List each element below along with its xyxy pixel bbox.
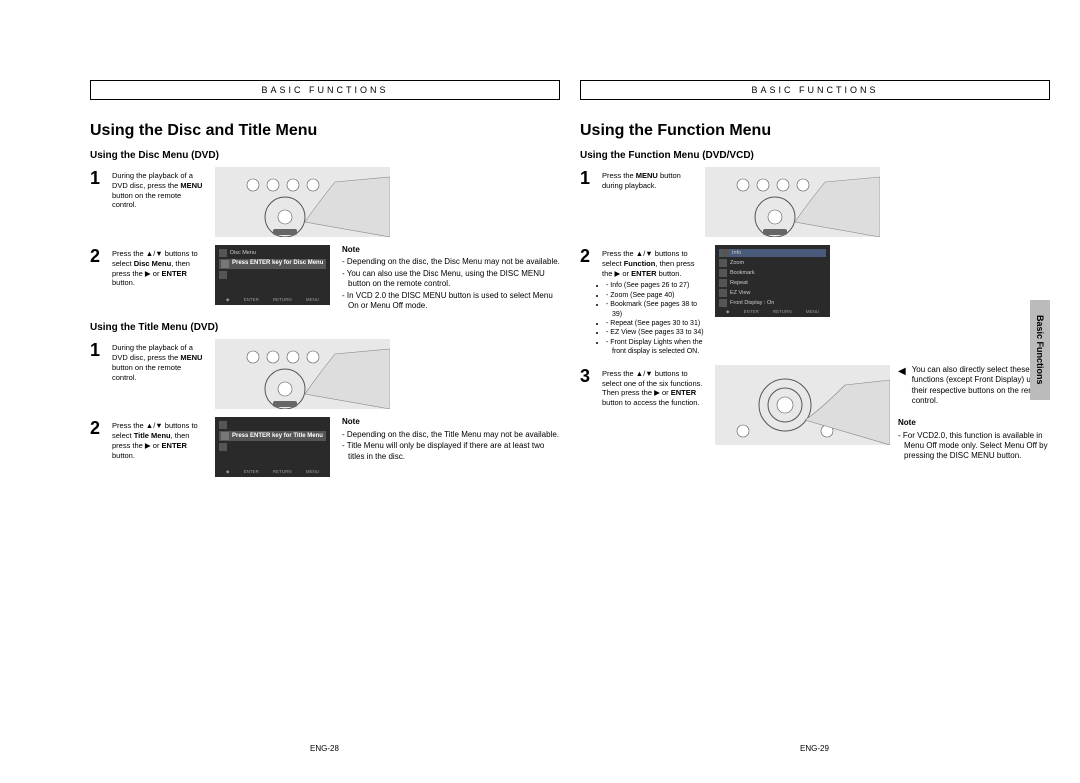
note-block: Note Depending on the disc, the Title Me… bbox=[342, 417, 560, 477]
step-text: Press the ▲/▼ buttons to select Disc Men… bbox=[112, 245, 207, 312]
subtitle-function-menu: Using the Function Menu (DVD/VCD) bbox=[580, 150, 1050, 161]
step-text: Press the MENU button during playback. bbox=[602, 167, 697, 237]
header-box: BASIC FUNCTIONS bbox=[580, 80, 1050, 100]
page-number-left: ENG-28 bbox=[310, 744, 339, 753]
remote-illustration bbox=[705, 167, 880, 237]
func-step-2: 2 Press the ▲/▼ buttons to select Functi… bbox=[580, 245, 1050, 357]
step-number: 1 bbox=[90, 167, 104, 237]
step-number: 2 bbox=[580, 245, 594, 265]
osd-screenshot: Disc Menu Press ENTER key for Disc Menu … bbox=[215, 245, 330, 305]
page-left: BASIC FUNCTIONS Using the Disc and Title… bbox=[90, 80, 560, 485]
title-step-2: 2 Press the ▲/▼ buttons to select Title … bbox=[90, 417, 560, 477]
remote-illustration bbox=[215, 339, 390, 409]
disc-step-2: 2 Press the ▲/▼ buttons to select Disc M… bbox=[90, 245, 560, 312]
step-number: 1 bbox=[90, 339, 104, 409]
title-disc-title-menu: Using the Disc and Title Menu bbox=[90, 122, 560, 140]
step-text: Press the ▲/▼ buttons to select Title Me… bbox=[112, 417, 207, 477]
side-tab-label: Basic Functions bbox=[1035, 315, 1045, 385]
title-step-1: 1 During the playback of a DVD disc, pre… bbox=[90, 339, 560, 409]
osd-screenshot: Press ENTER key for Title Menu ◆ENTERRET… bbox=[215, 417, 330, 477]
func-step-1: 1 Press the MENU button during playback. bbox=[580, 167, 1050, 237]
step-text: During the playback of a DVD disc, press… bbox=[112, 339, 207, 409]
step-number: 2 bbox=[90, 417, 104, 477]
side-tab: Basic Functions bbox=[1030, 300, 1050, 400]
callout: ◀ You can also directly select these fun… bbox=[898, 365, 1050, 407]
func-step-3: 3 Press the ▲/▼ buttons to select one of… bbox=[580, 365, 1050, 463]
step-number: 1 bbox=[580, 167, 594, 237]
page-right: BASIC FUNCTIONS Using the Function Menu … bbox=[580, 80, 1050, 471]
page-number-right: ENG-29 bbox=[800, 744, 829, 753]
step-number: 2 bbox=[90, 245, 104, 312]
subtitle-title-menu: Using the Title Menu (DVD) bbox=[90, 322, 560, 333]
osd-screenshot: Info Zoom Bookmark Repeat EZ View Front … bbox=[715, 245, 830, 317]
remote-illustration bbox=[715, 365, 890, 445]
remote-illustration bbox=[215, 167, 390, 237]
step-text: Press the ▲/▼ buttons to select one of t… bbox=[602, 365, 707, 463]
note-block: Note Depending on the disc, the Disc Men… bbox=[342, 245, 560, 312]
subtitle-disc-menu: Using the Disc Menu (DVD) bbox=[90, 150, 560, 161]
step-text: During the playback of a DVD disc, press… bbox=[112, 167, 207, 237]
header-box: BASIC FUNCTIONS bbox=[90, 80, 560, 100]
disc-step-1: 1 During the playback of a DVD disc, pre… bbox=[90, 167, 560, 237]
left-arrow-icon: ◀ bbox=[898, 365, 906, 407]
side-content: ◀ You can also directly select these fun… bbox=[898, 365, 1050, 463]
step-number: 3 bbox=[580, 365, 594, 463]
step-text: Press the ▲/▼ buttons to select Function… bbox=[602, 245, 707, 357]
title-function-menu: Using the Function Menu bbox=[580, 122, 1050, 140]
